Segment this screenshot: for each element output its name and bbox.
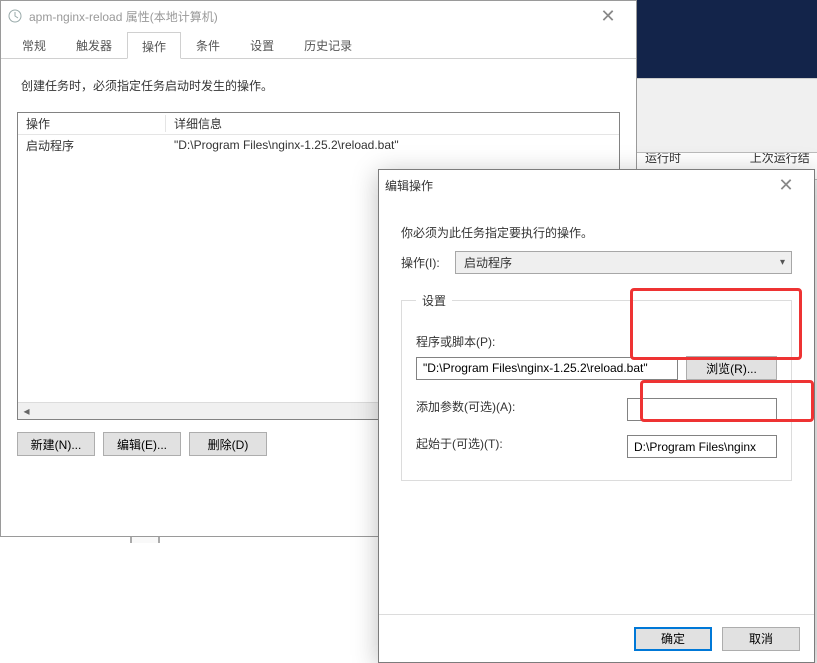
properties-title-text: apm-nginx-reload 属性(本地计算机) — [29, 8, 218, 25]
scroll-left-icon[interactable]: ◂ — [18, 403, 35, 420]
ok-label: 确定 — [661, 630, 685, 647]
program-row: 程序或脚本(P): 浏览(R)... — [416, 333, 777, 380]
tab-settings[interactable]: 设置 — [235, 31, 289, 58]
tab-general[interactable]: 常规 — [7, 31, 61, 58]
edit-titlebar: 编辑操作 ✕ — [379, 170, 814, 200]
args-label: 添加参数(可选)(A): — [416, 398, 515, 415]
ok-button[interactable]: 确定 — [634, 627, 712, 651]
th-detail[interactable]: 详细信息 — [166, 115, 230, 132]
clock-icon — [7, 8, 23, 24]
startin-input-field[interactable] — [634, 440, 770, 454]
edit-action-button[interactable]: 编辑(E)... — [103, 432, 181, 456]
edit-body: 你必须为此任务指定要执行的操作。 操作(I): 启动程序 ▾ 设置 程序或脚本(… — [379, 200, 814, 614]
action-select-row: 操作(I): 启动程序 ▾ — [401, 251, 792, 274]
browse-button[interactable]: 浏览(R)... — [686, 356, 777, 380]
chevron-down-icon: ▾ — [780, 257, 785, 268]
browse-label: 浏览(R)... — [706, 360, 757, 377]
startin-input[interactable] — [627, 435, 777, 458]
close-icon: ✕ — [778, 175, 793, 196]
properties-close-button[interactable]: ✕ — [588, 2, 628, 30]
edit-close-button[interactable]: ✕ — [766, 171, 806, 199]
new-action-button[interactable]: 新建(N)... — [17, 432, 95, 456]
tab-actions[interactable]: 操作 — [127, 32, 181, 59]
properties-tabs: 常规 触发器 操作 条件 设置 历史记录 — [1, 31, 636, 59]
cell-detail: "D:\Program Files\nginx-1.25.2\reload.ba… — [166, 138, 407, 152]
actions-description: 创建任务时，必须指定任务启动时发生的操作。 — [17, 77, 620, 94]
table-row[interactable]: 启动程序 "D:\Program Files\nginx-1.25.2\relo… — [18, 135, 619, 155]
edit-action-dialog: 编辑操作 ✕ 你必须为此任务指定要执行的操作。 操作(I): 启动程序 ▾ 设置… — [378, 169, 815, 663]
edit-description: 你必须为此任务指定要执行的操作。 — [401, 224, 792, 241]
tab-actions-label: 操作 — [142, 40, 166, 54]
tab-conditions[interactable]: 条件 — [181, 31, 235, 58]
args-input[interactable] — [627, 398, 777, 421]
delete-action-label: 删除(D) — [208, 436, 249, 453]
tab-history[interactable]: 历史记录 — [289, 31, 367, 58]
tab-history-label: 历史记录 — [304, 39, 352, 53]
new-action-label: 新建(N)... — [31, 436, 82, 453]
startin-label: 起始于(可选)(T): — [416, 435, 503, 452]
background-dark-banner — [637, 0, 817, 78]
close-icon: ✕ — [600, 6, 615, 27]
delete-action-button[interactable]: 删除(D) — [189, 432, 267, 456]
action-select-label: 操作(I): — [401, 254, 447, 271]
startin-row: 起始于(可选)(T): — [416, 435, 777, 458]
tab-settings-label: 设置 — [250, 39, 274, 53]
actions-table-header: 操作 详细信息 — [18, 113, 619, 135]
program-input[interactable] — [416, 357, 678, 380]
settings-legend: 设置 — [416, 292, 452, 309]
args-input-field[interactable] — [634, 403, 770, 417]
program-label: 程序或脚本(P): — [416, 333, 777, 350]
action-select[interactable]: 启动程序 ▾ — [455, 251, 792, 274]
cancel-label: 取消 — [749, 630, 773, 647]
tab-triggers-label: 触发器 — [76, 39, 112, 53]
tab-triggers[interactable]: 触发器 — [61, 31, 127, 58]
cancel-button[interactable]: 取消 — [722, 627, 800, 651]
cell-action: 启动程序 — [18, 137, 166, 154]
tab-general-label: 常规 — [22, 39, 46, 53]
program-input-field[interactable] — [423, 361, 671, 375]
tab-conditions-label: 条件 — [196, 39, 220, 53]
th-action[interactable]: 操作 — [18, 115, 166, 132]
edit-title-text: 编辑操作 — [385, 177, 433, 194]
args-row: 添加参数(可选)(A): — [416, 398, 777, 421]
properties-titlebar: apm-nginx-reload 属性(本地计算机) ✕ — [1, 1, 636, 31]
action-select-value: 启动程序 — [464, 254, 512, 271]
edit-action-label: 编辑(E)... — [117, 436, 167, 453]
settings-fieldset: 设置 程序或脚本(P): 浏览(R)... 添加参数(可选)(A): 起始于(可… — [401, 292, 792, 481]
edit-footer: 确定 取消 — [379, 614, 814, 662]
